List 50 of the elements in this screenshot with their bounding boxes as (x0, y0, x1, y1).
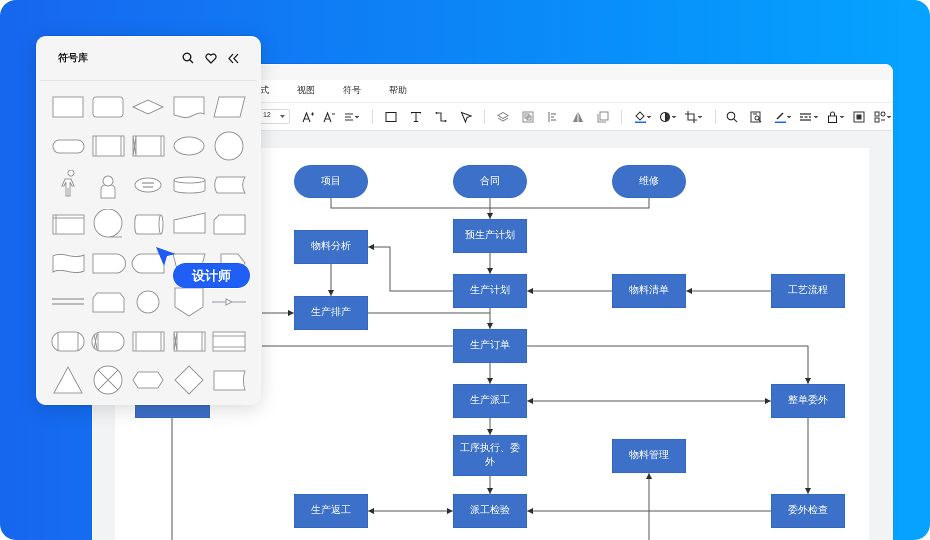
crop-icon[interactable] (685, 110, 703, 122)
process-node: 生产排产 (294, 296, 368, 330)
find-replace-icon[interactable] (750, 110, 762, 122)
process-node: 生产计划 (453, 274, 527, 308)
cursor-icon (155, 246, 177, 268)
process-node: 工艺流程 (771, 274, 845, 308)
fit-page-icon[interactable] (853, 110, 865, 122)
search-icon[interactable] (726, 110, 738, 122)
fill-color-icon[interactable] (634, 110, 652, 122)
designer-tooltip: 设计师 (173, 263, 250, 288)
menu-item[interactable]: 符号 (343, 84, 361, 98)
terminal-node: 维修 (612, 165, 686, 198)
terminal-node: 合同 (453, 165, 527, 198)
panel-title: 符号库 (58, 51, 89, 66)
caret-icon (280, 115, 285, 118)
heart-icon[interactable] (205, 52, 217, 64)
font-smaller-icon[interactable] (323, 110, 335, 122)
rectangle-icon[interactable] (385, 110, 397, 122)
process-node: 派工检验 (453, 494, 527, 528)
process-node: 物料管理 (612, 439, 686, 473)
menu-item[interactable]: 式 (260, 84, 269, 98)
more-options-icon[interactable] (874, 110, 892, 122)
lock-icon[interactable] (827, 110, 845, 122)
menu-item[interactable]: 帮助 (389, 84, 407, 98)
process-node: 工序执行、委外 (453, 435, 527, 476)
process-node: 生产派工 (453, 384, 527, 418)
line-color-icon[interactable] (774, 110, 792, 122)
line-style-icon[interactable] (799, 110, 819, 122)
collapse-icon[interactable] (228, 52, 239, 64)
frame-icon[interactable] (597, 110, 609, 122)
process-node: 委外检查 (771, 494, 845, 528)
process-node: 物料分析 (294, 230, 368, 264)
process-node: 生产订单 (453, 329, 527, 363)
terminal-node: 项目 (294, 165, 368, 198)
group-icon[interactable] (522, 110, 534, 122)
search-icon[interactable] (182, 52, 194, 64)
flip-icon[interactable] (572, 110, 584, 122)
menu-item[interactable]: 视图 (297, 84, 315, 98)
align-left-icon[interactable] (547, 110, 559, 122)
shape-style-icon[interactable] (659, 110, 677, 122)
process-node: 物料清单 (612, 274, 686, 308)
process-node: 整单委外 (771, 384, 845, 418)
font-larger-icon[interactable] (302, 110, 314, 122)
process-node: 预生产计划 (453, 219, 527, 253)
layers-icon[interactable] (497, 110, 509, 122)
text-align-icon[interactable] (344, 110, 360, 122)
process-node: 生产返工 (294, 494, 368, 528)
connector-icon[interactable] (435, 110, 447, 122)
text-icon[interactable] (410, 110, 422, 122)
pointer-icon[interactable] (460, 110, 472, 122)
